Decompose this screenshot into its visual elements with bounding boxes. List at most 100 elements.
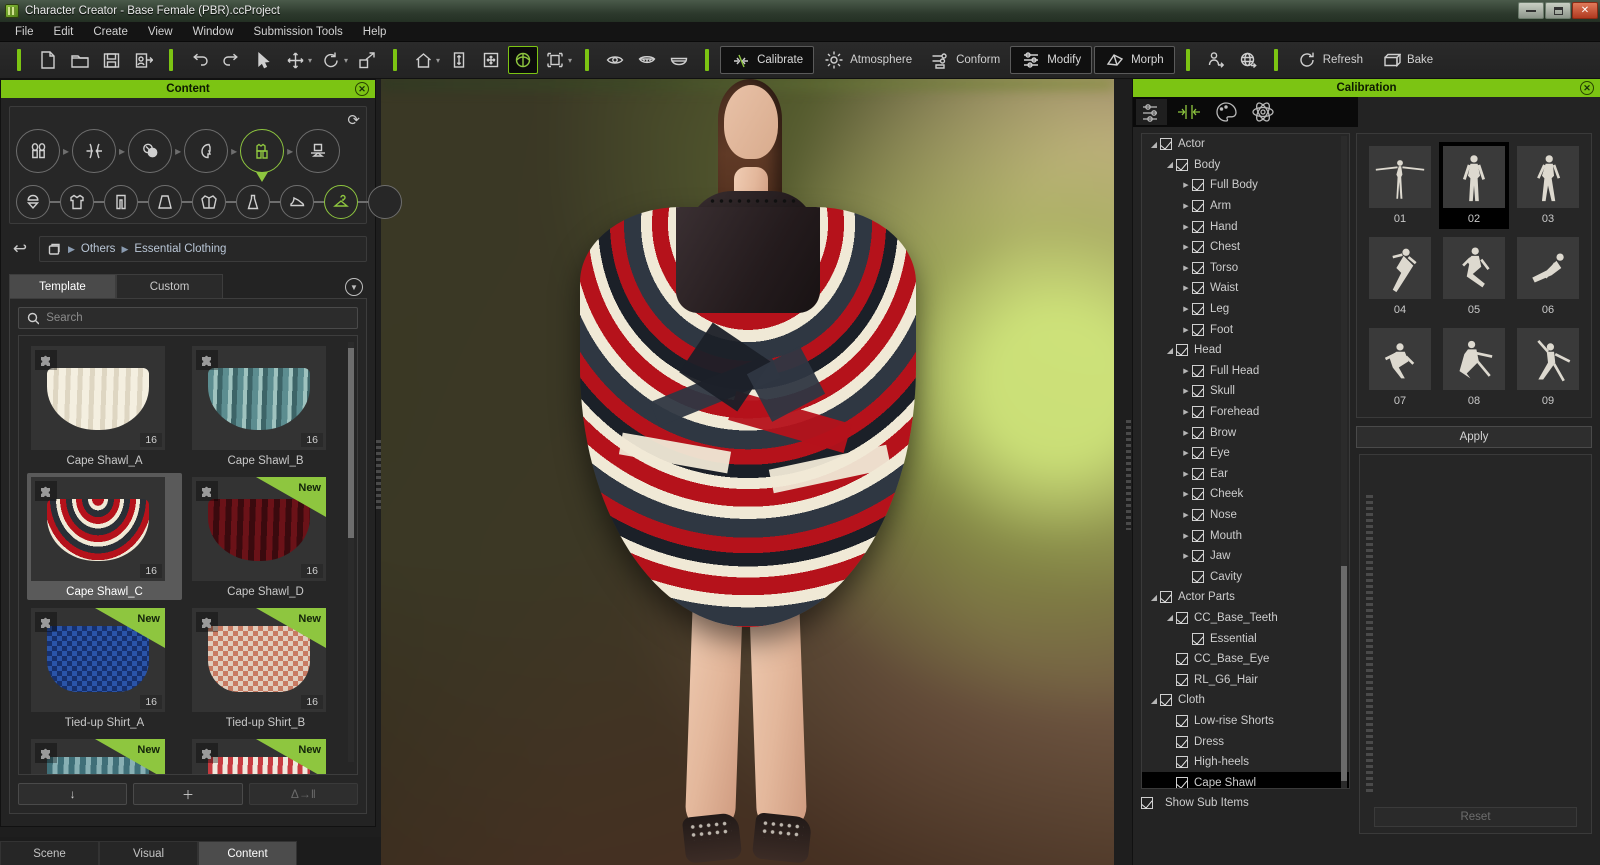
expander-expand-icon[interactable]: ▶	[1180, 264, 1192, 272]
pose-cell-03[interactable]: 03	[1513, 142, 1583, 229]
dock-tab-visual[interactable]: Visual	[99, 841, 198, 865]
add-button[interactable]: ＋	[133, 783, 242, 805]
tree-node[interactable]: ◢Body	[1142, 155, 1349, 176]
tree-node[interactable]: ▶Waist	[1142, 278, 1349, 299]
tree-node[interactable]: ▶Brow	[1142, 422, 1349, 443]
tab-custom[interactable]: Custom	[116, 274, 223, 298]
tree-node[interactable]: ◢Actor Parts	[1142, 587, 1349, 608]
refresh-icon[interactable]: ⟳	[347, 111, 360, 129]
tree-node-checkbox[interactable]	[1192, 550, 1204, 562]
character-export-button[interactable]	[1201, 46, 1231, 74]
subcategory-shoes[interactable]	[280, 185, 314, 219]
asset-cell[interactable]: New16Cape Shawl_D	[188, 473, 343, 600]
subcategory-pants[interactable]	[104, 185, 138, 219]
tree-node[interactable]: ▶Full Body	[1142, 175, 1349, 196]
mouth-button[interactable]	[632, 46, 662, 74]
select-arrow-button[interactable]	[248, 46, 278, 74]
pose-cell-07[interactable]: 07	[1365, 324, 1435, 411]
tree-node-checkbox[interactable]	[1176, 736, 1188, 748]
redo-button[interactable]	[216, 46, 246, 74]
new-file-button[interactable]	[32, 46, 62, 74]
chevron-down-icon[interactable]: ▾	[436, 56, 440, 65]
minimize-button[interactable]	[1518, 2, 1544, 19]
show-sub-items-row[interactable]: Show Sub Items	[1141, 797, 1350, 809]
menu-item-window[interactable]: Window	[184, 23, 243, 41]
dock-tab-scene[interactable]: Scene	[0, 841, 99, 865]
close-icon[interactable]: ✕	[355, 82, 369, 96]
expander-expand-icon[interactable]: ▶	[1180, 305, 1192, 313]
asset-cell[interactable]: New	[27, 735, 182, 775]
breadcrumb-path[interactable]: ▶ Others ▶ Essential Clothing	[39, 236, 367, 262]
3d-viewport[interactable]	[381, 79, 1114, 865]
expander-collapse-icon[interactable]: ◢	[1164, 160, 1176, 169]
tree-node[interactable]: CC_Base_Eye	[1142, 649, 1349, 670]
apply-button[interactable]: Apply	[1356, 426, 1592, 448]
preview-button[interactable]	[508, 46, 538, 74]
sliders-tab-icon[interactable]	[1136, 99, 1167, 125]
tree-node[interactable]: ▶Skull	[1142, 381, 1349, 402]
modify-button[interactable]: Modify	[1010, 46, 1092, 74]
breadcrumb-item-essential-clothing[interactable]: Essential Clothing	[134, 243, 226, 255]
tree-node[interactable]: Cavity	[1142, 566, 1349, 587]
teeth-button[interactable]	[664, 46, 694, 74]
tree-node[interactable]: ▶Forehead	[1142, 402, 1349, 423]
tree-node-checkbox[interactable]	[1192, 200, 1204, 212]
menu-item-submission-tools[interactable]: Submission Tools	[245, 23, 352, 41]
pose-cell-02[interactable]: 02	[1439, 142, 1509, 229]
tree-node-checkbox[interactable]	[1192, 262, 1204, 274]
expander-expand-icon[interactable]: ▶	[1180, 243, 1192, 251]
tree-node[interactable]: ▶Arm	[1142, 196, 1349, 217]
tree-scrollbar[interactable]	[1341, 136, 1347, 788]
subcategory-empty[interactable]	[368, 185, 402, 219]
tree-node-checkbox[interactable]	[1192, 571, 1204, 583]
subcategory-shirt[interactable]	[60, 185, 94, 219]
tree-node[interactable]: ▶Full Head	[1142, 361, 1349, 382]
tree-node[interactable]: Low-rise Shorts	[1142, 711, 1349, 732]
morph-button[interactable]: Morph	[1094, 46, 1175, 74]
chevron-down-icon[interactable]: ▾	[308, 56, 312, 65]
menu-item-create[interactable]: Create	[84, 23, 137, 41]
tree-node[interactable]: ◢Actor	[1142, 134, 1349, 155]
tree-node-checkbox[interactable]	[1192, 633, 1204, 645]
tree-node-checkbox[interactable]	[1192, 468, 1204, 480]
tree-node[interactable]: Dress	[1142, 731, 1349, 752]
tree-node-checkbox[interactable]	[1176, 612, 1188, 624]
expander-expand-icon[interactable]: ▶	[1180, 181, 1192, 189]
export-button[interactable]	[128, 46, 158, 74]
asset-cell[interactable]: New16Tied-up Shirt_A	[27, 604, 182, 731]
tree-node[interactable]: ▶Ear	[1142, 464, 1349, 485]
close-button[interactable]: ✕	[1572, 2, 1598, 19]
expander-collapse-icon[interactable]: ◢	[1164, 613, 1176, 622]
reset-button[interactable]: Reset	[1374, 807, 1577, 827]
refresh-button[interactable]: Refresh	[1289, 46, 1371, 74]
tree-node-checkbox[interactable]	[1192, 530, 1204, 542]
expander-expand-icon[interactable]: ▶	[1180, 490, 1192, 498]
menu-item-help[interactable]: Help	[354, 23, 396, 41]
bake-button[interactable]: Bake	[1373, 46, 1441, 74]
breadcrumb-item-others[interactable]: Others	[81, 243, 116, 255]
tree-node[interactable]: Cape Shawl	[1142, 772, 1349, 789]
tab-template[interactable]: Template	[9, 274, 116, 298]
tree-node[interactable]: High-heels	[1142, 752, 1349, 773]
sphere-export-button[interactable]	[1233, 46, 1263, 74]
expander-expand-icon[interactable]: ▶	[1180, 367, 1192, 375]
expander-expand-icon[interactable]: ▶	[1180, 449, 1192, 457]
subcategory-skirt[interactable]	[148, 185, 182, 219]
dock-tab-content[interactable]: Content	[198, 841, 297, 865]
category-cloth[interactable]	[240, 129, 284, 173]
menu-item-view[interactable]: View	[139, 23, 182, 41]
search-input[interactable]	[46, 312, 349, 324]
properties-gripper[interactable]	[1366, 495, 1373, 795]
search-box[interactable]	[18, 307, 358, 329]
expander-expand-icon[interactable]: ▶	[1180, 326, 1192, 334]
tree-node-checkbox[interactable]	[1176, 674, 1188, 686]
calibrate-tab-icon[interactable]	[1173, 99, 1204, 125]
close-icon[interactable]: ✕	[1580, 81, 1594, 95]
expander-expand-icon[interactable]: ▶	[1180, 429, 1192, 437]
asset-thumbnail[interactable]: New	[192, 739, 326, 775]
tree-node-checkbox[interactable]	[1176, 777, 1188, 789]
left-dock-splitter[interactable]	[376, 440, 381, 510]
tree-node-checkbox[interactable]	[1192, 509, 1204, 521]
tree-node-checkbox[interactable]	[1176, 715, 1188, 727]
asset-thumbnail[interactable]: 16	[31, 477, 165, 581]
